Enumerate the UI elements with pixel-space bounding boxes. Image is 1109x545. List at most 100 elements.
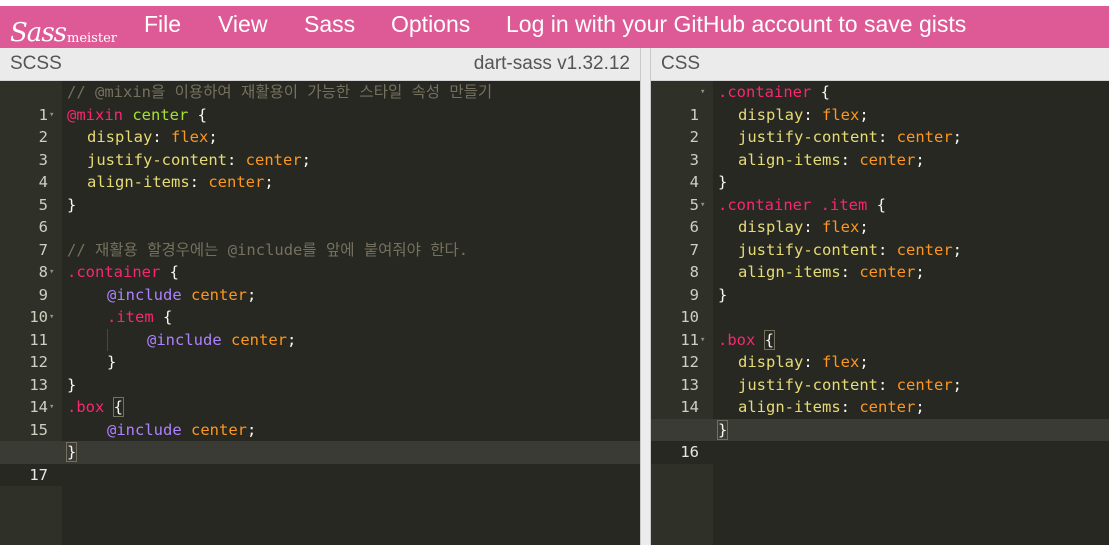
code-punct: : bbox=[803, 218, 822, 236]
css-property: display bbox=[738, 218, 804, 236]
code-text: } bbox=[718, 285, 728, 304]
code-punct: : bbox=[840, 263, 860, 281]
top-menu-bar: Sass meister File View Sass Options Log … bbox=[0, 0, 1109, 48]
compiler-version-selector[interactable]: dart-sass v1.32.12 bbox=[474, 48, 630, 80]
css-property: align-items bbox=[738, 398, 841, 416]
panel-resize-handle[interactable] bbox=[640, 48, 651, 545]
include-keyword: @include bbox=[107, 285, 182, 304]
code-punct: { bbox=[188, 105, 207, 124]
code-line[interactable]: 15 ▾ .box { bbox=[0, 396, 640, 439]
code-punct: : bbox=[803, 353, 822, 371]
active-code-line[interactable]: 16 } bbox=[651, 418, 1109, 464]
code-punct: ; bbox=[246, 420, 257, 439]
css-value: center bbox=[859, 398, 916, 416]
scss-panel: SCSS dart-sass v1.32.12 1 // @mixin을 이용하… bbox=[0, 48, 640, 545]
css-output-editor[interactable]: 1 ▾ .container { 2 display: flex; 3 just… bbox=[651, 81, 1109, 545]
css-property: justify-content bbox=[738, 128, 878, 146]
fold-arrow-icon[interactable]: ▾ bbox=[700, 81, 710, 104]
css-value: flex bbox=[171, 128, 209, 146]
code-text: } bbox=[107, 353, 117, 371]
code-line[interactable]: 2 display: flex; bbox=[651, 104, 1109, 147]
code-line[interactable]: 14 justify-content: center; bbox=[651, 374, 1109, 417]
code-punct: ; bbox=[915, 263, 925, 281]
css-value: flex bbox=[822, 218, 860, 236]
code-line[interactable]: 10 @include center; bbox=[0, 284, 640, 327]
code-line[interactable]: 1 // @mixin을 이용하여 재활용이 가능한 스타일 속성 만들기 bbox=[0, 81, 640, 124]
line-number: 16 bbox=[651, 441, 713, 464]
code-line[interactable]: 5 } bbox=[651, 171, 1109, 214]
mixin-reference: center bbox=[181, 285, 247, 304]
include-keyword: @include bbox=[147, 330, 222, 349]
css-selector: .item bbox=[107, 308, 154, 326]
logo-sass-text: Sass bbox=[10, 18, 67, 48]
fold-arrow-icon[interactable]: ▾ bbox=[49, 306, 59, 329]
code-punct: : bbox=[840, 150, 860, 169]
code-line[interactable]: 16 @include center; bbox=[0, 419, 640, 462]
code-line[interactable]: 3 justify-content: center; bbox=[651, 126, 1109, 169]
code-line[interactable]: 12 ▾ .box { bbox=[651, 329, 1109, 371]
code-line[interactable]: 13 display: flex; bbox=[651, 351, 1109, 394]
code-line[interactable]: 3 display: flex; bbox=[0, 126, 640, 169]
code-punct: : bbox=[803, 105, 822, 124]
sassmeister-logo[interactable]: Sass meister bbox=[10, 10, 117, 50]
code-line[interactable]: 6 } bbox=[0, 194, 640, 237]
css-selector: .box bbox=[718, 330, 756, 349]
css-value: center bbox=[859, 263, 916, 281]
fold-arrow-icon[interactable]: ▾ bbox=[49, 104, 59, 127]
code-line[interactable]: 7 bbox=[0, 216, 640, 259]
code-line[interactable]: 4 align-items: center; bbox=[651, 149, 1109, 192]
code-line[interactable]: 11 ▾ .item { bbox=[0, 306, 640, 349]
code-line[interactable]: 1 ▾ .container { bbox=[651, 81, 1109, 124]
matched-bracket: { bbox=[763, 329, 776, 350]
code-line[interactable]: 9 ▾ .container { bbox=[0, 261, 640, 304]
code-punct bbox=[755, 331, 764, 349]
code-punct: { bbox=[867, 195, 886, 214]
include-keyword: @include bbox=[107, 420, 182, 439]
fold-arrow-icon[interactable]: ▾ bbox=[49, 396, 59, 419]
menu-file[interactable]: File bbox=[144, 6, 181, 48]
scss-panel-title: SCSS bbox=[10, 53, 62, 74]
code-line[interactable]: 8 // 재활용 할경우에는 @include를 앞에 붙여줘야 한다. bbox=[0, 239, 640, 282]
github-login-link[interactable]: Log in with your GitHub account to save … bbox=[506, 6, 966, 48]
css-value: flex bbox=[822, 105, 860, 124]
menu-sass[interactable]: Sass bbox=[304, 6, 355, 48]
code-comment: // 재활용 할경우에는 @include를 앞에 붙여줘야 한다. bbox=[67, 240, 469, 259]
code-line[interactable]: 6 ▾ .container .item { bbox=[651, 194, 1109, 237]
code-punct: ; bbox=[208, 128, 218, 146]
code-line[interactable]: 10 } bbox=[651, 284, 1109, 327]
line-number: 17 bbox=[0, 463, 62, 486]
menu-view[interactable]: View bbox=[218, 6, 267, 48]
code-line[interactable]: 12 @include center; bbox=[0, 328, 640, 371]
code-punct: : bbox=[152, 128, 171, 146]
matched-bracket: { bbox=[112, 397, 125, 417]
css-value: center bbox=[896, 128, 953, 146]
fold-arrow-icon[interactable]: ▾ bbox=[700, 329, 710, 352]
code-line[interactable]: 13 } bbox=[0, 351, 640, 394]
code-punct: : bbox=[877, 240, 897, 259]
css-selector: .box bbox=[67, 398, 105, 416]
code-line[interactable]: 5 align-items: center; bbox=[0, 171, 640, 214]
code-text: } bbox=[718, 173, 728, 191]
code-line[interactable]: 8 justify-content: center; bbox=[651, 239, 1109, 282]
scss-editor[interactable]: 1 // @mixin을 이용하여 재활용이 가능한 스타일 속성 만들기 2 … bbox=[0, 81, 640, 545]
code-line[interactable]: 4 justify-content: center; bbox=[0, 149, 640, 192]
code-line[interactable]: 9 align-items: center; bbox=[651, 261, 1109, 304]
code-comment: // @mixin을 이용하여 재활용이 가능한 스타일 속성 만들기 bbox=[67, 83, 493, 101]
code-punct: { bbox=[160, 263, 179, 281]
css-value: center bbox=[208, 173, 265, 191]
css-property: justify-content bbox=[738, 375, 878, 394]
css-panel-title: CSS bbox=[661, 53, 701, 74]
fold-arrow-icon[interactable]: ▾ bbox=[700, 194, 710, 217]
code-text: } bbox=[67, 375, 77, 394]
code-line[interactable]: 15 align-items: center; bbox=[651, 396, 1109, 439]
fold-arrow-icon[interactable]: ▾ bbox=[49, 261, 59, 284]
code-punct: ; bbox=[859, 218, 869, 236]
code-line[interactable]: 2 ▾ @mixin center { bbox=[0, 104, 640, 147]
code-line[interactable]: 7 display: flex; bbox=[651, 216, 1109, 259]
active-code-line[interactable]: 17 } bbox=[0, 441, 640, 486]
code-text: } bbox=[67, 195, 77, 214]
code-line[interactable]: 11 bbox=[651, 306, 1109, 349]
menu-options[interactable]: Options bbox=[391, 6, 470, 48]
css-property: display bbox=[738, 353, 804, 371]
code-line[interactable]: 14 } bbox=[0, 374, 640, 417]
